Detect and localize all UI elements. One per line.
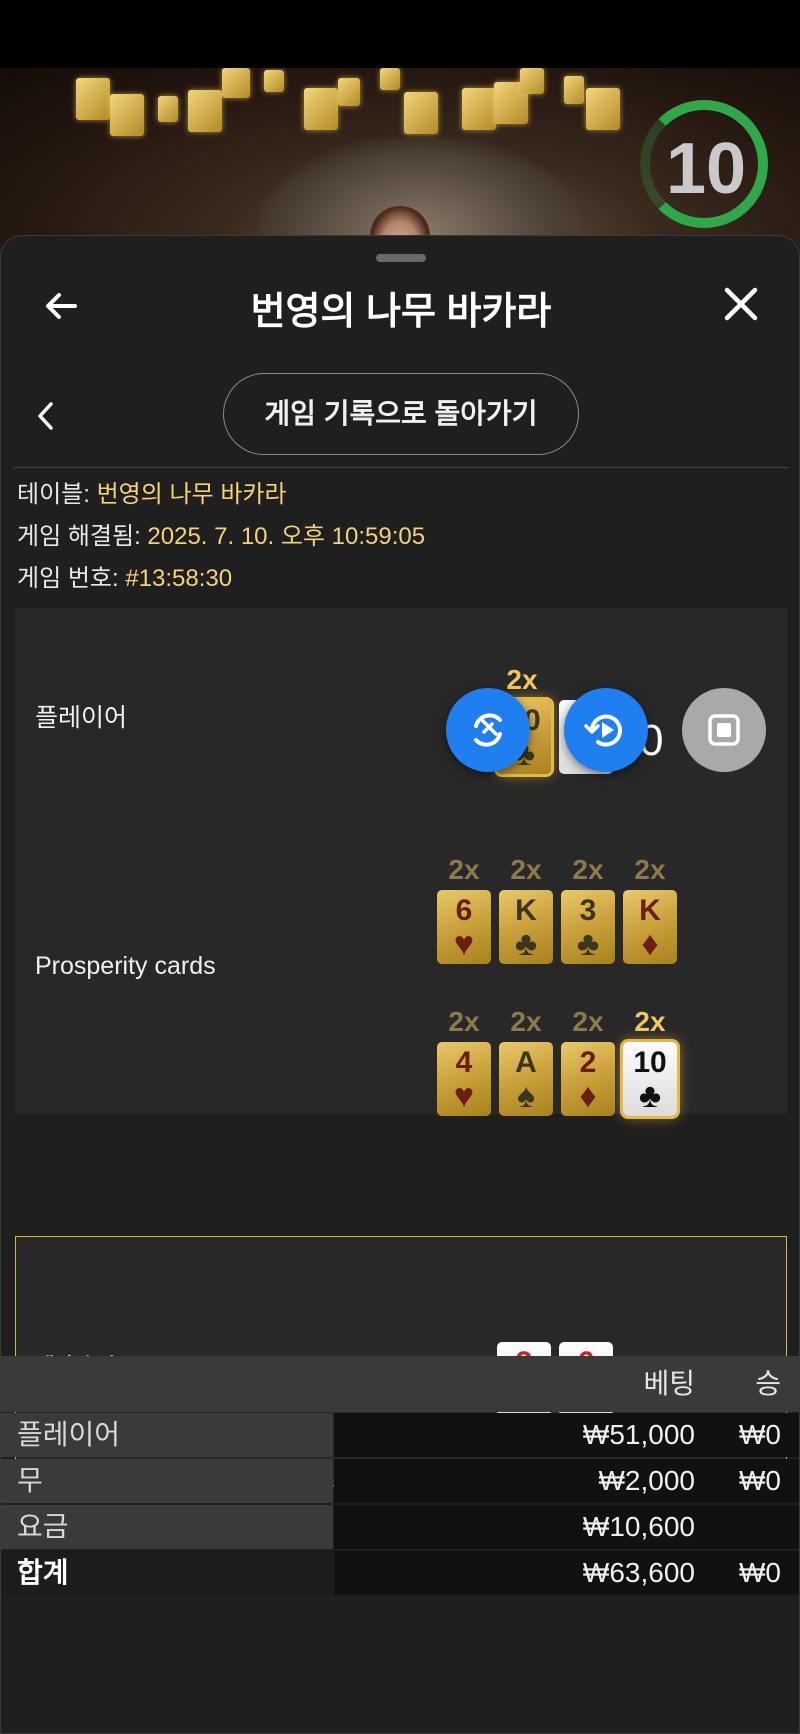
golden-tag [304, 88, 338, 130]
prosperity-card: 3 ♣ [561, 890, 615, 964]
stop-button[interactable] [682, 688, 766, 772]
prosperity-card: 4 ♥ [437, 1042, 491, 1116]
card-rank: 3 [579, 894, 597, 927]
total-bet: ₩63,600 [582, 1557, 695, 1588]
prosperity-card: A ♠ [499, 1042, 553, 1116]
prosperity-cards: Prosperity cards 2x 2x 2x 2x 6 ♥ K ♣ 3 ♣… [15, 808, 787, 1116]
card-rank: 6 [455, 894, 473, 927]
sheet-drag-handle[interactable] [376, 254, 426, 262]
golden-tag [222, 68, 250, 98]
chevron-left-icon[interactable] [31, 396, 61, 436]
golden-tag [380, 68, 400, 90]
close-icon[interactable] [719, 282, 763, 326]
card-suit: ♣ [514, 925, 538, 963]
card-rank: 4 [455, 1046, 473, 1079]
replay-icon [584, 714, 622, 747]
countdown-value: 10 [665, 129, 747, 209]
card-suit: ♥ [453, 1077, 475, 1115]
prosperity-card: K ♦ [623, 890, 677, 964]
golden-tag [158, 96, 178, 122]
prosperity-multiplier: 2x [634, 1006, 666, 1037]
golden-tag [520, 68, 544, 94]
info-number-value: #13:58:30 [125, 565, 233, 592]
table-row-total: 합계 ₩63,600 ₩0 [1, 1551, 799, 1595]
game-history-sheet: 번영의 나무 바카라 게임 기록으로 돌아가기 테이블: 번영의 나무 바카라 … [0, 235, 800, 1734]
column-win: 승 [755, 1368, 781, 1399]
back-to-history-button[interactable]: 게임 기록으로 돌아가기 [223, 373, 579, 455]
prosperity-card: 2 ♦ [561, 1042, 615, 1116]
page-title: 번영의 나무 바카라 [250, 291, 552, 333]
card-rank: 2 [579, 1046, 597, 1079]
card-rank: 10 [633, 1046, 667, 1079]
table-row: 무 ₩2,000 ₩0 [1, 1459, 799, 1503]
info-resolved-value: 2025. 7. 10. 오후 10:59:05 [147, 523, 426, 550]
column-bet: 베팅 [643, 1368, 695, 1399]
bet-name: 무 [1, 1459, 333, 1503]
card-suit: ♠ [516, 1077, 536, 1115]
golden-tag [564, 76, 584, 104]
card-suit: ♦ [641, 925, 659, 963]
golden-tag [338, 78, 360, 106]
card-suit: ♣ [638, 1077, 662, 1115]
golden-tag [76, 78, 110, 120]
prosperity-multiplier: 2x [510, 1006, 542, 1037]
info-table-label: 테이블: [17, 481, 97, 508]
player-hand: 플레이어 2x 10 ♣ ♣ 0 [15, 608, 787, 808]
bet-name: 플레이어 [1, 1413, 333, 1457]
table-row: 요금 ₩10,600 [1, 1505, 799, 1549]
bet-name: 요금 [1, 1505, 333, 1549]
card-suit: ♥ [453, 925, 475, 963]
replay-button[interactable] [564, 688, 648, 772]
divider [13, 467, 789, 468]
golden-tag [188, 90, 222, 132]
card-rank: K [515, 894, 537, 927]
info-table-value: 번영의 나무 바카라 [96, 481, 287, 508]
win-amount: ₩0 [739, 1465, 781, 1496]
card-rank: A [515, 1046, 537, 1079]
info-number-label: 게임 번호: [17, 565, 126, 592]
prosperity-multiplier: 2x [634, 854, 666, 885]
golden-tag [404, 92, 438, 134]
table-row: 플레이어 ₩51,000 ₩0 [1, 1413, 799, 1457]
win-amount: ₩0 [739, 1419, 781, 1450]
prosperity-multiplier: 2x [572, 1006, 604, 1037]
prosperity-label: Prosperity cards [35, 952, 216, 980]
total-label: 합계 [1, 1551, 333, 1595]
golden-tag [586, 88, 620, 130]
player-label: 플레이어 [35, 704, 128, 732]
info-resolved: 게임 해결됨: 2025. 7. 10. 오후 10:59:05 [17, 516, 425, 551]
bet-amount: ₩10,600 [582, 1511, 695, 1542]
rotate-button[interactable] [446, 688, 530, 772]
info-table: 테이블: 번영의 나무 바카라 [17, 474, 287, 509]
card-rank: K [639, 894, 661, 927]
total-win: ₩0 [739, 1557, 781, 1588]
prosperity-multiplier: 2x [572, 854, 604, 885]
bets-table-header: 베팅 승 [1, 1356, 799, 1412]
stop-icon [708, 714, 740, 746]
prosperity-card: 6 ♥ [437, 890, 491, 964]
golden-tag [462, 88, 496, 130]
status-bar [0, 0, 800, 68]
back-arrow-icon[interactable] [39, 284, 83, 328]
card-suit: ♦ [579, 1077, 597, 1115]
info-resolved-label: 게임 해결됨: [17, 523, 148, 550]
prosperity-multiplier: 2x [510, 854, 542, 885]
bet-amount: ₩2,000 [598, 1465, 696, 1496]
golden-tag [110, 94, 144, 136]
golden-tag [264, 70, 284, 92]
prosperity-card: 10 ♣ [623, 1042, 677, 1116]
card-suit: ♣ [576, 925, 600, 963]
prosperity-multiplier: 2x [448, 854, 480, 885]
info-number: 게임 번호: #13:58:30 [17, 558, 232, 593]
rotate-icon [474, 713, 502, 747]
bet-amount: ₩51,000 [582, 1419, 695, 1450]
prosperity-card: K ♣ [499, 890, 553, 964]
prosperity-multiplier: 2x [448, 1006, 480, 1037]
